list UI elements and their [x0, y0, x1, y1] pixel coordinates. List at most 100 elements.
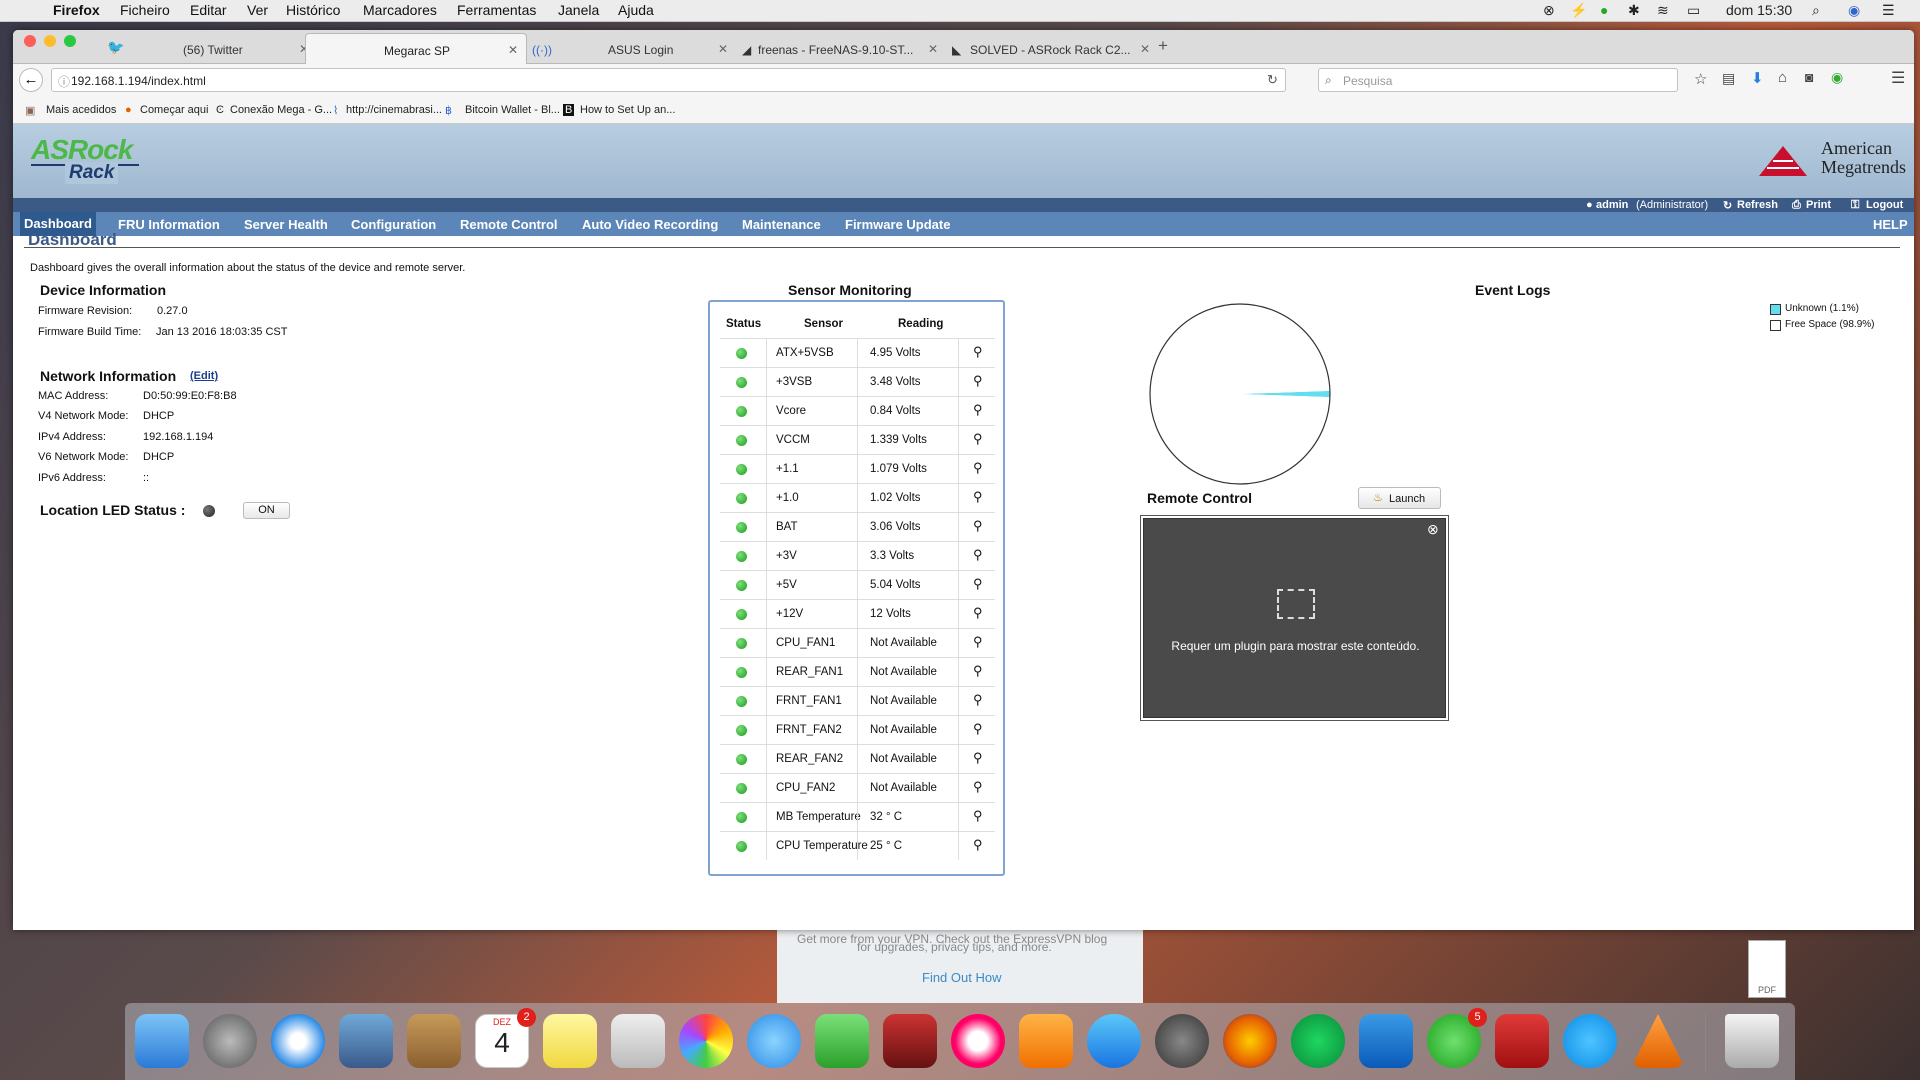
- find-out-link[interactable]: Find Out How: [922, 970, 1001, 985]
- bookmark-cinemabrasi[interactable]: http://cinemabrasi...: [346, 104, 442, 116]
- home-icon[interactable]: ⌂: [1778, 69, 1787, 86]
- url-bar[interactable]: ⓘ 192.168.1.194/index.html ↻: [51, 68, 1286, 92]
- close-tab-icon[interactable]: ✕: [718, 42, 728, 56]
- clock[interactable]: dom 15:30: [1726, 2, 1792, 18]
- bookmark-conexao-mega[interactable]: Conexão Mega - G...: [230, 104, 332, 116]
- new-tab-button[interactable]: +: [1158, 36, 1168, 56]
- back-button[interactable]: ←: [19, 68, 43, 92]
- vlc-icon[interactable]: [1631, 1014, 1685, 1068]
- magnifier-icon[interactable]: ⚲: [973, 779, 983, 795]
- close-plugin-icon[interactable]: ⊗: [1427, 521, 1439, 538]
- system-preferences-icon[interactable]: [1155, 1014, 1209, 1068]
- downloads-icon[interactable]: ⬇: [1751, 69, 1764, 87]
- reading-list-icon[interactable]: ▤: [1722, 70, 1735, 87]
- tab-twitter[interactable]: 🐦 (56) Twitter ✕: [103, 33, 313, 64]
- tab-asus[interactable]: ((·)) ASUS Login ✕: [528, 33, 738, 64]
- photo-booth-icon[interactable]: [883, 1014, 937, 1068]
- bookmark-how-to[interactable]: How to Set Up an...: [580, 104, 675, 116]
- facetime-icon[interactable]: [815, 1014, 869, 1068]
- magnifier-icon[interactable]: ⚲: [973, 373, 983, 389]
- menu-ajuda[interactable]: Ajuda: [618, 2, 654, 18]
- launch-button[interactable]: ♨ Launch: [1358, 487, 1441, 509]
- teamviewer-icon[interactable]: [1359, 1014, 1413, 1068]
- bookmark-star-icon[interactable]: ☆: [1694, 70, 1707, 88]
- led-on-button[interactable]: ON: [243, 502, 290, 519]
- bluetooth-icon[interactable]: ✱: [1628, 2, 1640, 19]
- finder-icon[interactable]: [135, 1014, 189, 1068]
- magnifier-icon[interactable]: ⚲: [973, 605, 983, 621]
- zoom-window-button[interactable]: [64, 35, 76, 47]
- tab-freenas[interactable]: ◢ freenas - FreeNAS-9.10-ST... ✕: [738, 33, 948, 64]
- nav-server-health[interactable]: Server Health: [244, 217, 328, 232]
- help-link[interactable]: HELP: [1873, 217, 1908, 232]
- menu-ficheiro[interactable]: Ficheiro: [120, 2, 170, 18]
- status-icon-1[interactable]: ⊗: [1543, 2, 1555, 19]
- reminders-icon[interactable]: [611, 1014, 665, 1068]
- menu-ver[interactable]: Ver: [247, 2, 268, 18]
- firefox-dock-icon[interactable]: [1223, 1014, 1277, 1068]
- tab-megarac[interactable]: Megarac SP ✕: [305, 33, 527, 64]
- siri-icon[interactable]: ◉: [1848, 2, 1860, 19]
- expressvpn-icon[interactable]: [1495, 1014, 1549, 1068]
- magnifier-icon[interactable]: ⚲: [973, 402, 983, 418]
- magnifier-icon[interactable]: ⚲: [973, 808, 983, 824]
- messages-icon[interactable]: [747, 1014, 801, 1068]
- extension-icon[interactable]: ◉: [1831, 69, 1843, 86]
- app-store-icon[interactable]: [1087, 1014, 1141, 1068]
- photos-icon[interactable]: [679, 1014, 733, 1068]
- hamburger-menu-icon[interactable]: ☰: [1891, 68, 1905, 88]
- close-window-button[interactable]: [24, 35, 36, 47]
- status-icon-2[interactable]: ⚡: [1570, 2, 1587, 19]
- magnifier-icon[interactable]: ⚲: [973, 750, 983, 766]
- nav-maintenance[interactable]: Maintenance: [742, 217, 821, 232]
- minimize-window-button[interactable]: [44, 35, 56, 47]
- magnifier-icon[interactable]: ⚲: [973, 692, 983, 708]
- contacts-icon[interactable]: [407, 1014, 461, 1068]
- mail-icon[interactable]: [339, 1014, 393, 1068]
- close-tab-icon[interactable]: ✕: [508, 43, 518, 57]
- plugin-placeholder[interactable]: ⊗ Requer um plugin para mostrar este con…: [1143, 518, 1446, 718]
- bookmark-comecar[interactable]: Começar aqui: [140, 104, 208, 116]
- status-icon-3[interactable]: ●: [1600, 2, 1608, 18]
- nav-remote-control[interactable]: Remote Control: [460, 217, 558, 232]
- launchpad-icon[interactable]: [203, 1014, 257, 1068]
- search-input[interactable]: ⌕ Pesquisa: [1318, 68, 1678, 92]
- pocket-icon[interactable]: ◙: [1805, 69, 1813, 85]
- notifications-icon[interactable]: ☰: [1882, 2, 1895, 19]
- menu-editar[interactable]: Editar: [190, 2, 227, 18]
- edit-network-link[interactable]: (Edit): [190, 370, 218, 382]
- magnifier-icon[interactable]: ⚲: [973, 547, 983, 563]
- menu-marcadores[interactable]: Marcadores: [363, 2, 437, 18]
- close-tab-icon[interactable]: ✕: [928, 42, 938, 56]
- menu-janela[interactable]: Janela: [558, 2, 599, 18]
- nav-firmware-update[interactable]: Firmware Update: [845, 217, 950, 232]
- magnifier-icon[interactable]: ⚲: [973, 489, 983, 505]
- reload-icon[interactable]: ↻: [1267, 72, 1278, 88]
- safari-icon[interactable]: [271, 1014, 325, 1068]
- magnifier-icon[interactable]: ⚲: [973, 344, 983, 360]
- trash-icon[interactable]: [1725, 1014, 1779, 1068]
- refresh-link[interactable]: Refresh: [1737, 199, 1778, 211]
- magnifier-icon[interactable]: ⚲: [973, 721, 983, 737]
- nav-configuration[interactable]: Configuration: [351, 217, 436, 232]
- menu-historico[interactable]: Histórico: [286, 2, 340, 18]
- airplay-icon[interactable]: ▭: [1687, 2, 1700, 19]
- notes-icon[interactable]: [543, 1014, 597, 1068]
- magnifier-icon[interactable]: ⚲: [973, 460, 983, 476]
- close-tab-icon[interactable]: ✕: [1140, 42, 1150, 56]
- tab-solved[interactable]: ◣ SOLVED - ASRock Rack C2... ✕: [948, 33, 1158, 64]
- magnifier-icon[interactable]: ⚲: [973, 634, 983, 650]
- bookmark-bitcoin[interactable]: Bitcoin Wallet - Bl...: [465, 104, 560, 116]
- magnifier-icon[interactable]: ⚲: [973, 518, 983, 534]
- menu-ferramentas[interactable]: Ferramentas: [457, 2, 536, 18]
- pdf-file-icon[interactable]: PDF: [1748, 940, 1786, 998]
- skype-icon[interactable]: [1563, 1014, 1617, 1068]
- magnifier-icon[interactable]: ⚲: [973, 431, 983, 447]
- wifi-icon[interactable]: ≋: [1657, 2, 1669, 19]
- menu-app-name[interactable]: Firefox: [53, 2, 100, 18]
- spotlight-icon[interactable]: ⌕: [1812, 2, 1820, 19]
- nav-fru-information[interactable]: FRU Information: [118, 217, 220, 232]
- bookmark-mais-acedidos[interactable]: Mais acedidos: [46, 104, 116, 116]
- logout-link[interactable]: Logout: [1866, 199, 1903, 211]
- magnifier-icon[interactable]: ⚲: [973, 837, 983, 853]
